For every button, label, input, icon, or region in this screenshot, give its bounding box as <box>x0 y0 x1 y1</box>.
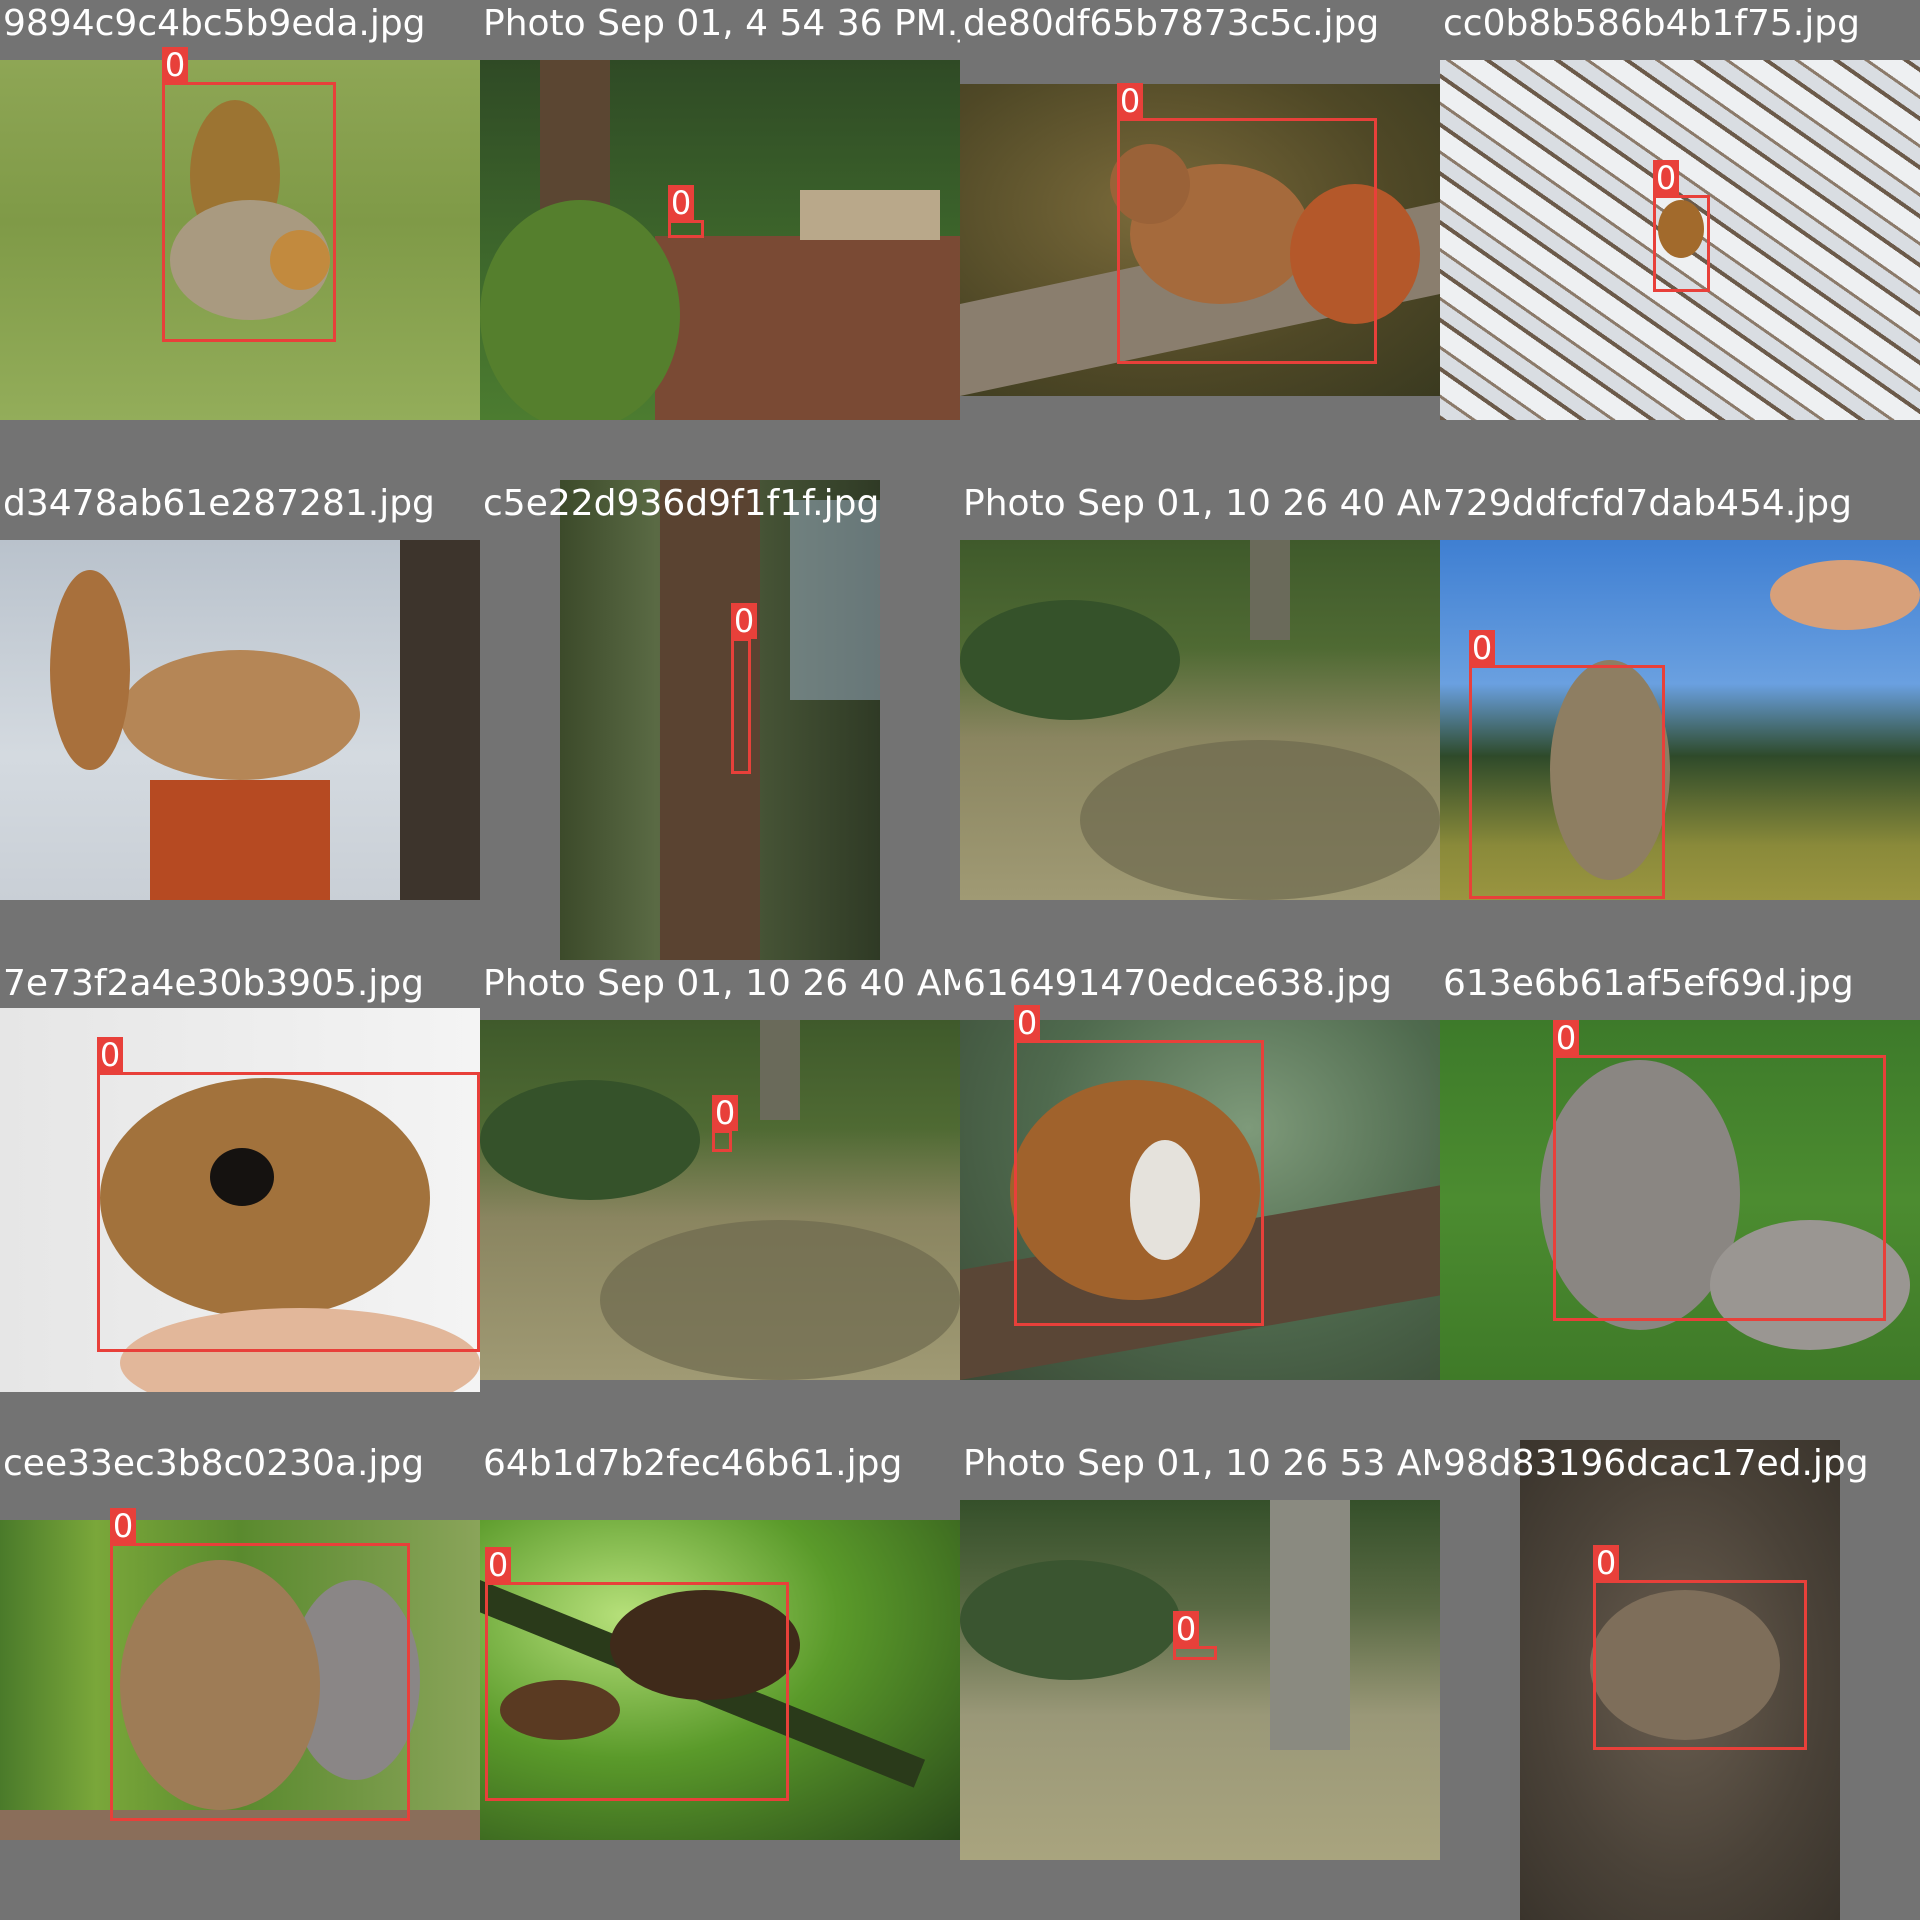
class-label: 0 <box>485 1547 511 1583</box>
mosaic-cell: 0 c5e22d936d9f1f1f.jpg <box>480 480 960 960</box>
class-label: 0 <box>97 1037 123 1073</box>
class-label: 0 <box>1469 630 1495 666</box>
image-filename: Photo Sep 01, 10 26 40 AM (2).jpg <box>483 963 960 1004</box>
mosaic-cell: 0 cee33ec3b8c0230a.jpg <box>0 1440 480 1920</box>
class-label: 0 <box>1014 1005 1040 1041</box>
image-filename: cc0b8b586b4b1f75.jpg <box>1443 3 1860 44</box>
detection-box: 0 <box>1014 1005 1264 1326</box>
mosaic-cell: 0 9894c9c4bc5b9eda.jpg <box>0 0 480 480</box>
image-filename: de80df65b7873c5c.jpg <box>963 3 1380 44</box>
image-filename: 64b1d7b2fec46b61.jpg <box>483 1443 903 1484</box>
class-label: 0 <box>1173 1611 1199 1647</box>
detection-box: 0 <box>110 1508 410 1821</box>
squirrel-photo[interactable] <box>480 60 960 420</box>
image-filename: 616491470edce638.jpg <box>963 963 1392 1004</box>
mosaic-cell: 0 Photo Sep 01, 4 54 36 PM.jpg <box>480 0 960 480</box>
detection-box: 0 <box>1173 1611 1217 1660</box>
class-label: 0 <box>162 47 188 83</box>
detection-box: 0 <box>1653 160 1710 292</box>
image-filename: Photo Sep 01, 10 26 40 AM.jpg <box>963 483 1440 524</box>
class-label: 0 <box>1593 1545 1619 1581</box>
squirrel-photo[interactable] <box>480 1020 960 1380</box>
image-filename: d3478ab61e287281.jpg <box>3 483 435 524</box>
squirrel-photo[interactable] <box>960 1500 1440 1860</box>
squirrel-photo[interactable] <box>960 540 1440 900</box>
image-filename: 7e73f2a4e30b3905.jpg <box>3 963 424 1004</box>
mosaic-cell: 0 98d83196dcac17ed.jpg <box>1440 1440 1920 1920</box>
squirrel-photo[interactable] <box>560 480 880 960</box>
image-filename: Photo Sep 01, 4 54 36 PM.jpg <box>483 3 960 44</box>
class-label: 0 <box>1117 83 1143 119</box>
mosaic-cell: 0 Photo Sep 01, 10 26 40 AM.jpg <box>960 480 1440 960</box>
class-label: 0 <box>1553 1020 1579 1056</box>
mosaic-cell: 0 Photo Sep 01, 10 26 53 AM (1).jpg <box>960 1440 1440 1920</box>
detection-mosaic: 0 9894c9c4bc5b9eda.jpg 0 Photo Sep 01, 4… <box>0 0 1920 1920</box>
class-label: 0 <box>712 1095 738 1131</box>
detection-box: 0 <box>1553 1020 1886 1321</box>
detection-box: 0 <box>97 1037 480 1352</box>
detection-box: 0 <box>485 1547 789 1801</box>
image-filename: cee33ec3b8c0230a.jpg <box>3 1443 425 1484</box>
image-filename: 98d83196dcac17ed.jpg <box>1443 1443 1869 1484</box>
mosaic-cell: 0 de80df65b7873c5c.jpg <box>960 0 1440 480</box>
mosaic-cell: 0 Photo Sep 01, 10 26 40 AM (2).jpg <box>480 960 960 1440</box>
detection-box: 0 <box>162 47 336 342</box>
detection-box: 0 <box>668 185 704 238</box>
class-label: 0 <box>110 1508 136 1544</box>
image-filename: 729ddfcfd7dab454.jpg <box>1443 483 1852 524</box>
mosaic-cell: 0 616491470edce638.jpg <box>960 960 1440 1440</box>
mosaic-cell: 0 729ddfcfd7dab454.jpg <box>1440 480 1920 960</box>
class-label: 0 <box>1653 160 1679 196</box>
detection-box: 0 <box>1593 1545 1807 1750</box>
detection-box: 0 <box>1117 83 1377 364</box>
mosaic-cell: 0 64b1d7b2fec46b61.jpg <box>480 1440 960 1920</box>
class-label: 0 <box>731 603 757 639</box>
image-filename: 613e6b61af5ef69d.jpg <box>1443 963 1854 1004</box>
squirrel-photo[interactable] <box>0 540 480 900</box>
mosaic-cell: 0 7e73f2a4e30b3905.jpg <box>0 960 480 1440</box>
mosaic-cell: 0 613e6b61af5ef69d.jpg <box>1440 960 1920 1440</box>
detection-box: 0 <box>712 1095 738 1152</box>
mosaic-cell: 0 d3478ab61e287281.jpg <box>0 480 480 960</box>
image-filename: 9894c9c4bc5b9eda.jpg <box>3 3 426 44</box>
image-filename: Photo Sep 01, 10 26 53 AM (1).jpg <box>963 1443 1440 1484</box>
detection-box: 0 <box>731 603 757 774</box>
class-label: 0 <box>668 185 694 221</box>
detection-box: 0 <box>1469 630 1665 899</box>
image-filename: c5e22d936d9f1f1f.jpg <box>483 483 880 524</box>
mosaic-cell: 0 cc0b8b586b4b1f75.jpg <box>1440 0 1920 480</box>
